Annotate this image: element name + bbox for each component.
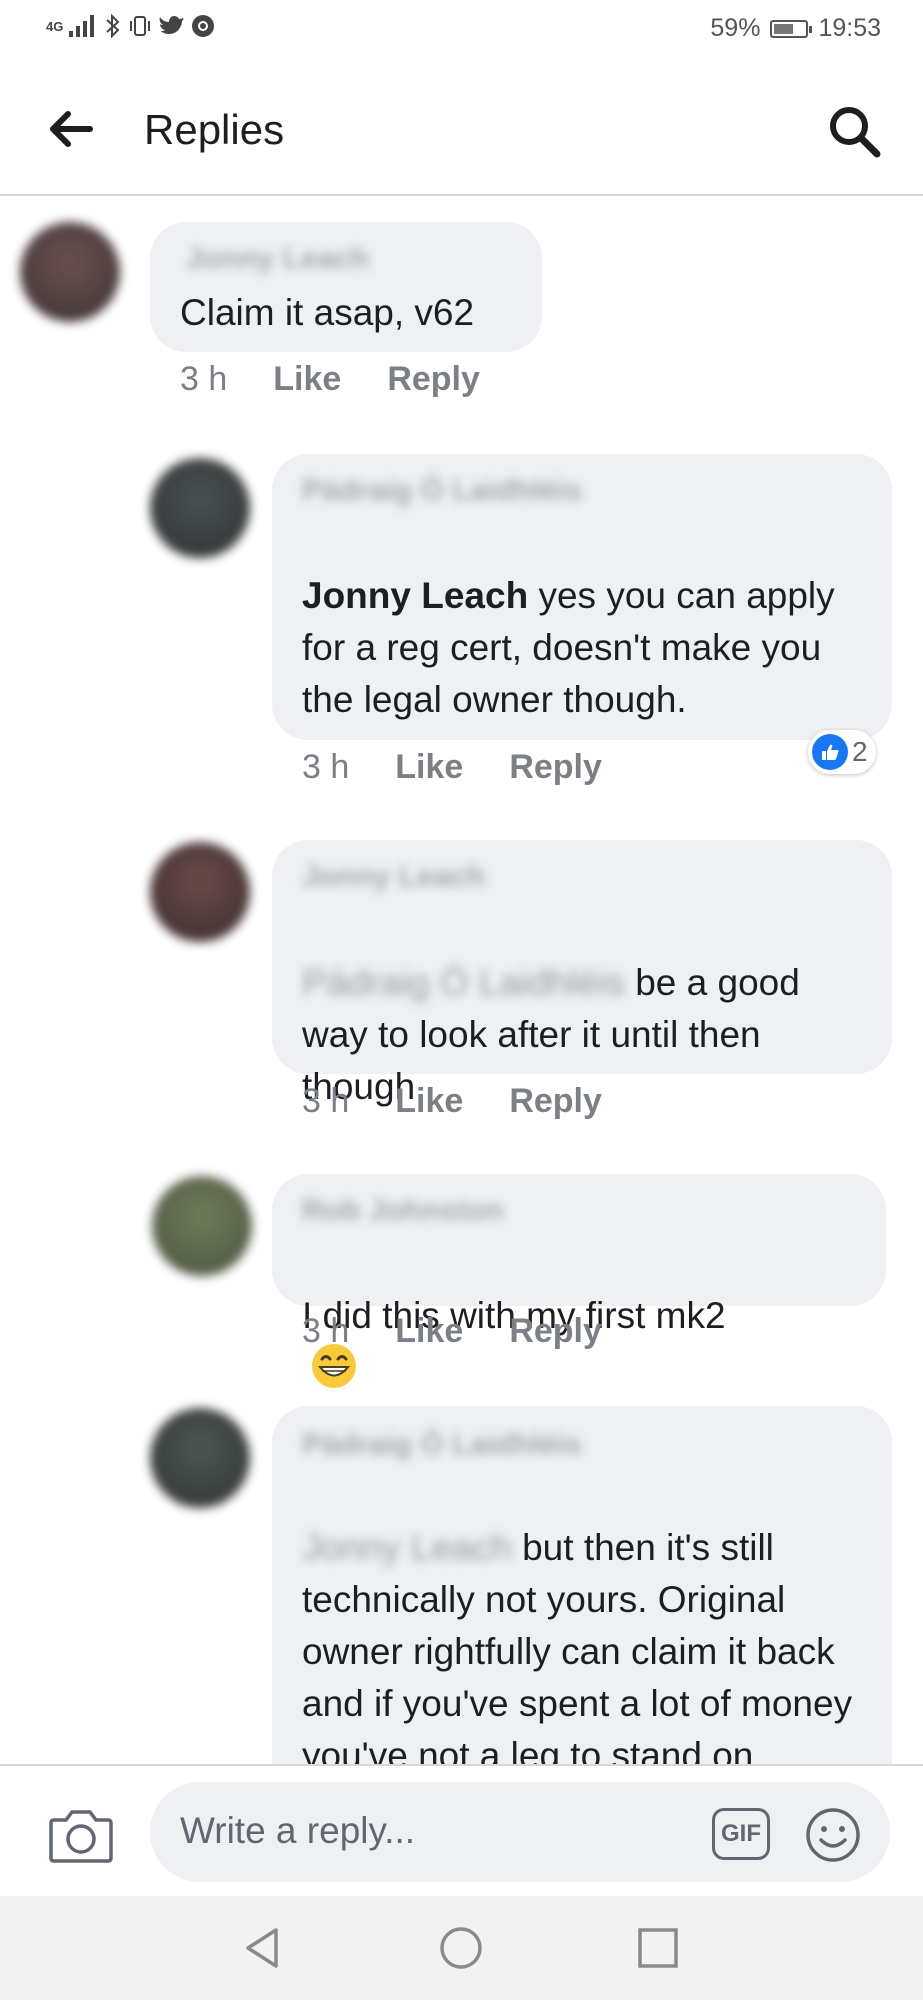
reply-input[interactable]: Write a reply... GIF [150,1782,890,1882]
system-nav-bar [0,1896,923,2000]
recents-square-icon[interactable] [634,1924,682,1972]
back-triangle-icon[interactable] [240,1924,288,1972]
avatar[interactable] [150,1408,250,1508]
home-circle-icon[interactable] [437,1924,485,1972]
camera-icon[interactable] [48,1806,114,1864]
reply-placeholder: Write a reply... [180,1810,416,1851]
comment-author[interactable]: Pádraig Ó Laidhléis [302,1428,582,1462]
smiley-icon[interactable] [804,1806,862,1864]
gif-button[interactable]: GIF [712,1808,770,1860]
mention-link[interactable]: Jonny Leach [302,1522,512,1574]
reply-composer: Write a reply... GIF [0,1764,923,1896]
comment-text: Jonny Leach but then it's still technica… [302,1470,862,1764]
comment-item: Pádraig Ó Laidhléis Jonny Leach but then… [0,0,923,1764]
